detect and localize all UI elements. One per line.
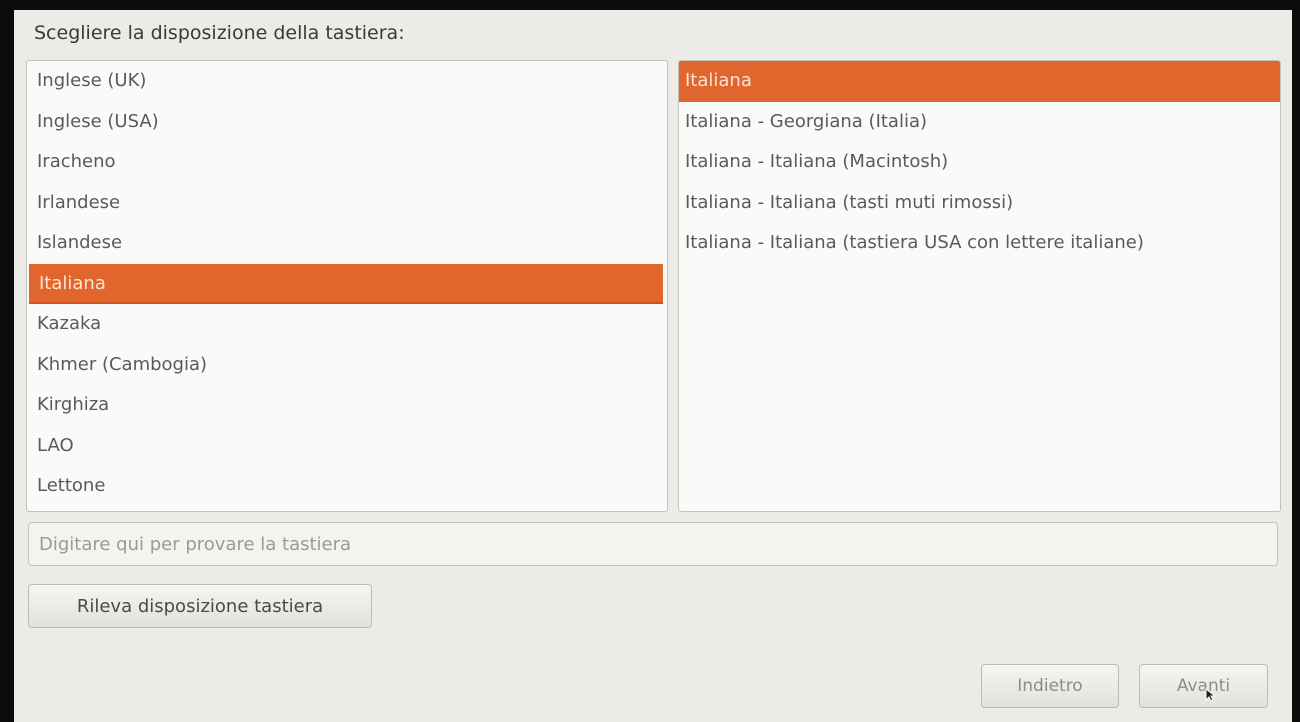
variant-item-selected[interactable]: Italiana xyxy=(679,61,1280,102)
layout-item[interactable]: Kazaka xyxy=(27,304,667,345)
layout-item[interactable]: Iracheno xyxy=(27,142,667,183)
layout-item[interactable]: Inglese (UK) xyxy=(27,61,667,102)
installer-screen: Scegliere la disposizione della tastiera… xyxy=(14,10,1292,722)
variant-item[interactable]: Italiana - Georgiana (Italia) xyxy=(679,102,1280,143)
layout-item[interactable]: Kirghiza xyxy=(27,385,667,426)
keyboard-variant-list[interactable]: Italiana Italiana - Georgiana (Italia) I… xyxy=(678,60,1281,512)
back-button[interactable]: Indietro xyxy=(981,664,1119,708)
layout-item[interactable]: Irlandese xyxy=(27,183,667,224)
layout-item-selected[interactable]: Italiana xyxy=(29,263,663,304)
variant-item[interactable]: Italiana - Italiana (Macintosh) xyxy=(679,142,1280,183)
layout-item[interactable]: Lettone xyxy=(27,466,667,507)
layout-item[interactable]: Islandese xyxy=(27,223,667,264)
page-title: Scegliere la disposizione della tastiera… xyxy=(34,22,405,44)
next-button[interactable]: Avanti xyxy=(1139,664,1268,708)
layout-item[interactable]: Khmer (Cambogia) xyxy=(27,345,667,386)
detect-layout-button[interactable]: Rileva disposizione tastiera xyxy=(28,584,372,628)
keyboard-test-input[interactable] xyxy=(28,522,1278,566)
layout-item[interactable]: LAO xyxy=(27,426,667,467)
variant-item[interactable]: Italiana - Italiana (tasti muti rimossi) xyxy=(679,183,1280,224)
keyboard-layout-list[interactable]: Inglese (UK) Inglese (USA) Iracheno Irla… xyxy=(26,60,668,512)
layout-item[interactable]: Inglese (USA) xyxy=(27,102,667,143)
variant-item[interactable]: Italiana - Italiana (tastiera USA con le… xyxy=(679,223,1280,264)
